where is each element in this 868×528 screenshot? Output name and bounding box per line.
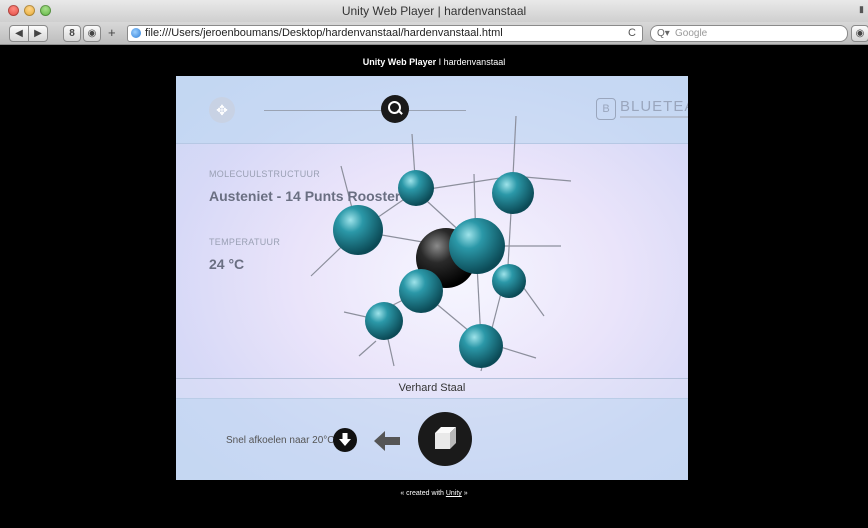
page-title-rest: I hardenvanstaal [436,57,506,67]
globe-icon [131,28,141,38]
dashboard-button[interactable]: ◉ [83,25,101,42]
search-input[interactable]: Q▾ Google [650,25,848,42]
material-cube-button[interactable] [418,412,472,466]
iron-atom [398,170,434,206]
iron-atom [399,269,443,313]
action-button[interactable]: ◉ [851,25,868,42]
page-title: Unity Web Player I hardenvanstaal [0,57,868,67]
add-bookmark-button[interactable]: + [108,25,116,40]
search-icon: Q▾ [657,28,670,39]
footer-prefix: « created with [400,490,446,497]
search-placeholder: Google [675,28,708,39]
unity-link[interactable]: Unity [446,490,462,497]
web-page: Unity Web Player I hardenvanstaal ✥ B BL… [0,45,868,528]
footer-suffix: » [461,490,468,497]
arrow-left-icon [374,431,400,451]
browser-toolbar: ◀ ▶ 8 ◉ + file:///Users/jeroenboumans/De… [0,22,868,45]
quench-button[interactable] [333,428,357,452]
iron-atom [333,205,383,255]
address-text: file:///Users/jeroenboumans/Desktop/hard… [145,27,503,39]
page-footer: « created with Unity » [0,490,868,497]
iron-atom [492,264,526,298]
reload-button[interactable]: C [628,26,636,41]
iron-atom [365,302,403,340]
iron-atom [459,324,503,368]
iron-atom [492,172,534,214]
arrow-down-icon [339,433,351,446]
title-bar[interactable]: Unity Web Player | hardenvanstaal ▮ [0,0,868,23]
bookmarks-button[interactable]: 8 [63,25,81,42]
quench-label: Snel afkoelen naar 20°C [226,435,335,446]
iron-atom [449,218,505,274]
cube-icon [435,427,456,449]
back-button[interactable]: ◀ [9,25,29,42]
browser-window: Unity Web Player | hardenvanstaal ▮ ◀ ▶ … [0,0,868,528]
unity-player[interactable]: ✥ B BLUETEA MOLECUULSTRUCTUUR Austeniet … [176,76,688,480]
structure-value: Austeniet - 14 Punts Rooster [209,188,401,204]
control-panel: Snel afkoelen naar 20°C [176,398,688,480]
window-title: Unity Web Player | hardenvanstaal [341,4,527,18]
forward-button[interactable]: ▶ [28,25,48,42]
state-bar: Verhard Staal [176,378,688,399]
structure-label: MOLECUULSTRUCTUUR [209,169,321,179]
state-label: Verhard Staal [398,382,466,394]
temperature-value: 24 °C [209,256,245,272]
address-bar[interactable]: file:///Users/jeroenboumans/Desktop/hard… [127,25,643,42]
toolbar-toggle-icon[interactable]: ▮ [859,4,864,15]
page-title-bold: Unity Web Player [362,57,437,67]
temperature-label: TEMPERATUUR [209,237,281,247]
molecule-3d-view[interactable] [176,76,688,378]
